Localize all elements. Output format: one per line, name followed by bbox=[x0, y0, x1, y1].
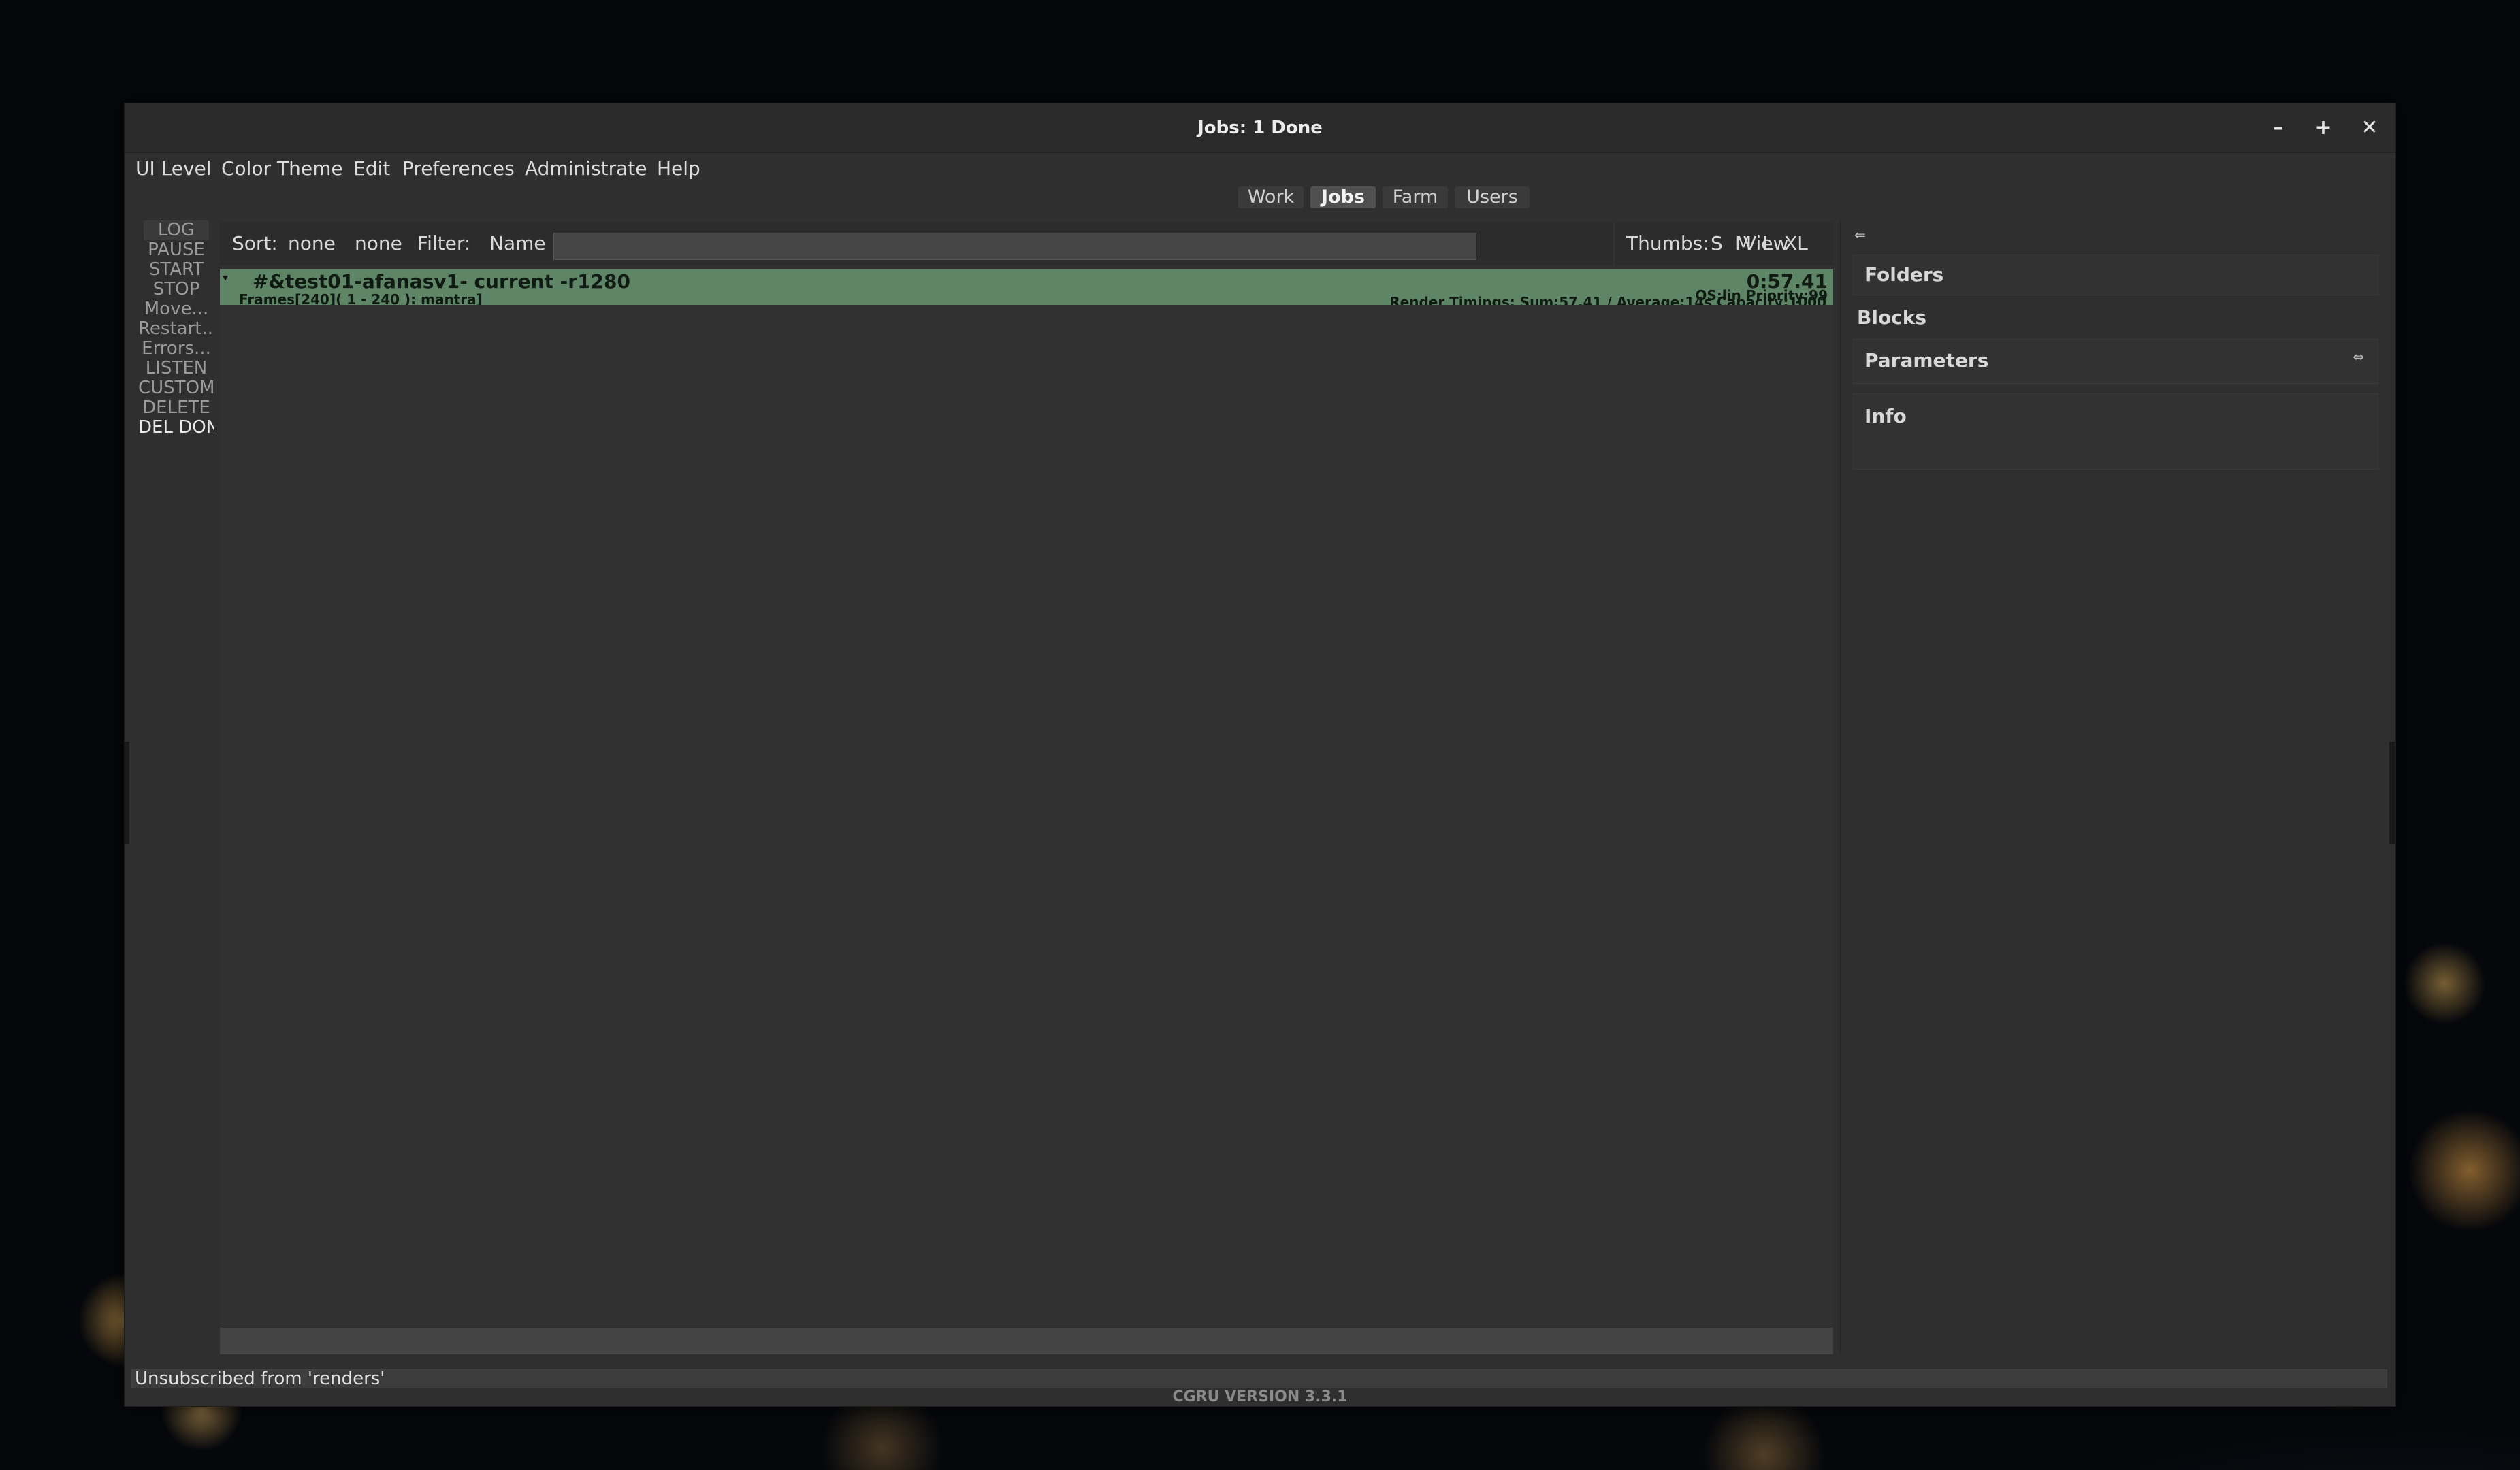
parameters-title: Parameters bbox=[1864, 349, 1989, 372]
tab-jobs[interactable]: Jobs bbox=[1310, 186, 1376, 208]
maximize-icon[interactable]: + bbox=[2308, 113, 2338, 143]
parameters-toggle-icon[interactable]: ⇔ bbox=[2353, 350, 2364, 363]
right-resize-handle[interactable] bbox=[2389, 742, 2395, 844]
close-icon[interactable]: ✕ bbox=[2355, 113, 2385, 143]
jobs-list-area: Sort: none none Filter: Name Thumbs: S M… bbox=[220, 222, 1833, 1354]
window-title: Jobs: 1 Done bbox=[1197, 118, 1323, 138]
filter-field-selector[interactable]: Name bbox=[489, 222, 546, 265]
thumbs-label: Thumbs: bbox=[1626, 232, 1709, 255]
status-bar: Unsubscribed from 'renders' bbox=[131, 1369, 2387, 1388]
afanasy-window: Jobs: 1 Done – + ✕ UI Level Color Theme … bbox=[124, 103, 2396, 1407]
sort-primary[interactable]: none bbox=[288, 222, 336, 265]
info-section: Info bbox=[1853, 393, 2378, 470]
menu-ui-level[interactable]: UI Level bbox=[135, 154, 212, 184]
menu-preferences[interactable]: Preferences bbox=[402, 154, 515, 184]
tab-users[interactable]: Users bbox=[1455, 186, 1530, 208]
status-message: Unsubscribed from 'renders' bbox=[135, 1369, 385, 1389]
delete-button[interactable]: DELETE bbox=[138, 398, 214, 418]
collapse-arrow-icon[interactable]: ⇐ bbox=[1854, 228, 1871, 242]
job-name: #&test01-afanasv1- current -r1280 bbox=[253, 270, 631, 293]
sort-filter-bar: Sort: none none Filter: Name bbox=[220, 222, 1613, 265]
sort-secondary[interactable]: none bbox=[355, 222, 402, 265]
sort-label: Sort: bbox=[232, 232, 278, 255]
minimize-icon[interactable]: – bbox=[2263, 113, 2293, 143]
listen-button[interactable]: LISTEN bbox=[138, 359, 214, 378]
menu-help[interactable]: Help bbox=[657, 154, 700, 184]
version-label: CGRU VERSION 3.3.1 bbox=[1172, 1388, 1348, 1405]
action-buttons-panel: LOG PAUSE START STOP Move... Restart... … bbox=[138, 220, 214, 438]
filter-label: Filter: bbox=[417, 232, 471, 255]
info-title: Info bbox=[1864, 405, 1907, 427]
tab-farm[interactable]: Farm bbox=[1383, 186, 1448, 208]
custom-data-button[interactable]: CUSTOM D bbox=[138, 378, 214, 398]
menu-edit[interactable]: Edit bbox=[353, 154, 390, 184]
errors-button[interactable]: Errors... bbox=[138, 339, 214, 359]
menu-bar: UI Level Color Theme Edit Preferences Ad… bbox=[125, 154, 2395, 184]
parameters-section[interactable]: Parameters ⇔ bbox=[1853, 339, 2378, 384]
job-render-timings: Render Timings: Sum:57.41 / Average:14s … bbox=[1389, 294, 1826, 305]
start-button[interactable]: START bbox=[138, 260, 214, 280]
move-button[interactable]: Move... bbox=[138, 299, 214, 319]
job-details-panel: ⇐ Folders Blocks Parameters ⇔ Info bbox=[1840, 220, 2385, 1353]
folders-section[interactable]: Folders bbox=[1853, 255, 2378, 295]
blocks-title[interactable]: Blocks bbox=[1857, 306, 1926, 329]
expand-arrow-icon[interactable]: ▾ bbox=[223, 271, 228, 284]
horizontal-scrollbar[interactable] bbox=[220, 1328, 1833, 1354]
job-frames-info: Frames[240]( 1 - 240 ): mantra] bbox=[239, 291, 483, 305]
folders-title: Folders bbox=[1864, 263, 1944, 286]
stop-button[interactable]: STOP bbox=[138, 280, 214, 299]
menu-administrate[interactable]: Administrate bbox=[525, 154, 647, 184]
job-row[interactable]: ▾ #&test01-afanasv1- current -r1280 Fram… bbox=[220, 270, 1833, 305]
title-bar: Jobs: 1 Done – + ✕ bbox=[125, 103, 2395, 153]
menu-color-theme[interactable]: Color Theme bbox=[221, 154, 343, 184]
thumb-size-s[interactable]: S bbox=[1711, 222, 1723, 265]
log-button[interactable]: LOG bbox=[144, 220, 209, 240]
tab-work[interactable]: Work bbox=[1238, 186, 1304, 208]
left-resize-handle[interactable] bbox=[124, 742, 129, 844]
pause-button[interactable]: PAUSE bbox=[138, 240, 214, 260]
filter-input[interactable] bbox=[553, 233, 1476, 260]
delete-done-button[interactable]: DEL DON bbox=[138, 418, 214, 438]
restart-button[interactable]: Restart... bbox=[138, 319, 214, 339]
